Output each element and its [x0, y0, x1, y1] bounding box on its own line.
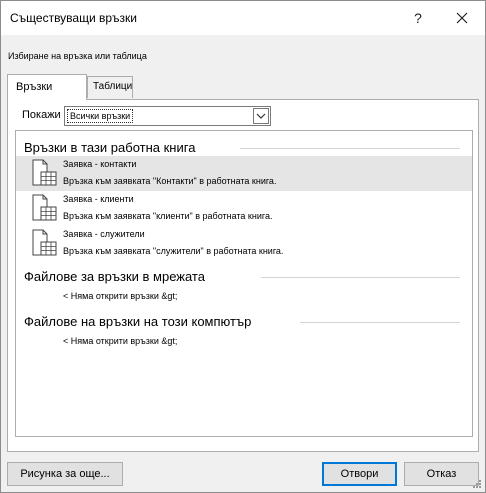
close-button[interactable]	[445, 1, 479, 35]
section-heading-workbook: Връзки в тази работна книга	[24, 140, 196, 155]
button-label: Рисунка за още...	[20, 468, 110, 480]
tab-label: Таблици	[93, 81, 133, 92]
connection-name: Заявка - служители	[63, 229, 145, 239]
dialog-title: Съществуващи връзки	[10, 11, 138, 25]
network-empty-message: < Няма открити връзки &gt;	[63, 291, 178, 301]
computer-empty-message: < Няма открити връзки &gt;	[63, 336, 178, 346]
section-divider	[240, 148, 460, 149]
show-dropdown-value: Всички връзки	[67, 109, 134, 123]
chevron-down-icon	[256, 113, 266, 119]
title-bar: Съществуващи връзки ?	[1, 1, 485, 35]
close-icon	[456, 12, 468, 24]
button-label: Отвори	[340, 468, 379, 480]
instruction-text: Избиране на връзка или таблица	[8, 51, 147, 61]
connections-list[interactable]: Връзки в тази работна книга Заявка - кон…	[15, 130, 473, 437]
section-heading-computer: Файлове на връзки на този компютър	[24, 314, 252, 329]
help-icon: ?	[414, 10, 422, 26]
connection-description: Връзка към заявката "служители" в работн…	[63, 246, 284, 256]
existing-connections-dialog: Съществуващи връзки ? Избиране на връзка…	[0, 0, 486, 493]
button-label: Отказ	[426, 468, 457, 480]
section-divider	[300, 322, 460, 323]
table-connection-icon	[32, 194, 57, 221]
dropdown-arrow-button[interactable]	[253, 108, 269, 124]
connection-description: Връзка към заявката "клиенти" в работнат…	[63, 211, 273, 221]
browse-for-more-button[interactable]: Рисунка за още...	[7, 462, 123, 486]
tab-connections[interactable]: Връзки	[7, 74, 87, 100]
tab-tables[interactable]: Таблици	[87, 76, 133, 98]
table-connection-icon	[32, 159, 57, 186]
connection-item-clients[interactable]: Заявка - клиенти Връзка към заявката "кл…	[16, 191, 472, 226]
section-heading-network: Файлове за връзки в мрежата	[24, 269, 205, 284]
connection-description: Връзка към заявката "Контакти" в работна…	[63, 176, 277, 186]
connection-item-employees[interactable]: Заявка - служители Връзка към заявката "…	[16, 226, 472, 261]
connection-item-contacts[interactable]: Заявка - контакти Връзка към заявката "К…	[16, 156, 472, 191]
connection-name: Заявка - клиенти	[63, 194, 134, 204]
show-label: Покажи	[22, 109, 61, 121]
cancel-button[interactable]: Отказ	[404, 462, 479, 486]
connection-name: Заявка - контакти	[63, 159, 137, 169]
open-button[interactable]: Отвори	[322, 462, 397, 486]
tab-label: Връзки	[16, 81, 53, 93]
connections-panel: Покажи Всички връзки Връзки в тази работ…	[7, 99, 479, 452]
section-divider	[261, 277, 460, 278]
help-button[interactable]: ?	[401, 1, 435, 35]
resize-grip-icon[interactable]	[472, 479, 482, 489]
show-dropdown[interactable]: Всички връзки	[64, 106, 271, 126]
table-connection-icon	[32, 229, 57, 256]
